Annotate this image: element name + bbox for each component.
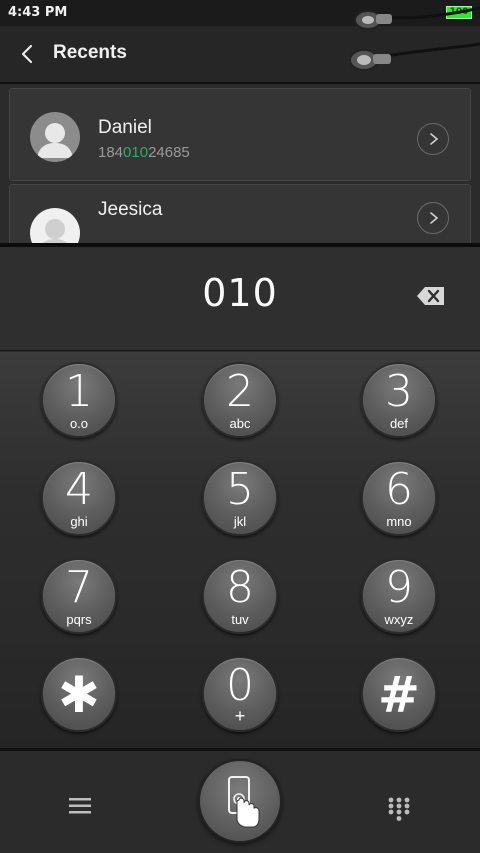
avatar: [30, 208, 80, 243]
key-letters: pqrs: [66, 612, 92, 627]
contact-number: 18401024685: [98, 144, 190, 161]
contact-card-daniel[interactable]: Daniel 18401024685: [9, 88, 471, 181]
key-star[interactable]: ✱: [41, 656, 117, 732]
key-letters: jkl: [233, 514, 247, 529]
recents-list: Daniel 18401024685 Jeesica: [0, 84, 480, 243]
key-6[interactable]: 6 mno: [361, 460, 437, 536]
key-digit: 5: [226, 464, 254, 515]
key-digit: 4: [65, 464, 93, 515]
key-0[interactable]: 0 +: [202, 656, 278, 732]
backspace-icon[interactable]: [416, 285, 446, 307]
back-arrow-icon[interactable]: [14, 40, 42, 68]
phone-touch-icon: [228, 776, 260, 828]
key-2[interactable]: 2 abc: [202, 362, 278, 438]
key-9[interactable]: 9 wxyz: [361, 558, 437, 634]
keypad: 1 o.o 2 abc 3 def 4 ghi 5 jkl 6 mno 7 pq…: [0, 352, 480, 748]
key-1[interactable]: 1 o.o: [41, 362, 117, 438]
key-digit: 6: [385, 464, 413, 515]
bottom-bar: [0, 748, 480, 853]
key-letters: mno: [386, 514, 412, 529]
voicemail-icon: o.o: [69, 416, 89, 431]
key-letters: +: [234, 706, 246, 726]
key-digit: 9: [385, 562, 413, 613]
key-5[interactable]: 5 jkl: [202, 460, 278, 536]
call-button[interactable]: [198, 759, 282, 843]
key-digit: 3: [385, 366, 413, 417]
key-letters: ghi: [70, 514, 88, 529]
key-digit: ✱: [58, 666, 100, 724]
contact-name: Daniel: [98, 117, 152, 138]
key-hash[interactable]: #: [361, 656, 437, 732]
earphones-icon: [349, 6, 480, 71]
key-digit: #: [378, 666, 420, 724]
page-title: Recents: [53, 42, 127, 63]
key-digit: 8: [226, 562, 254, 613]
number-match-highlight: 010: [123, 144, 149, 161]
contact-details-button[interactable]: [417, 202, 449, 234]
key-letters: wxyz: [384, 612, 414, 627]
avatar: [30, 112, 80, 162]
key-digit: 7: [65, 562, 93, 613]
key-digit: 0: [226, 660, 254, 711]
chevron-right-icon: [430, 212, 439, 224]
key-8[interactable]: 8 tuv: [202, 558, 278, 634]
dialpad-icon[interactable]: [387, 796, 411, 822]
contact-details-button[interactable]: [417, 123, 449, 155]
contact-name: Jeesica: [98, 199, 163, 220]
key-digit: 1: [65, 366, 93, 417]
key-digit: 2: [226, 366, 254, 417]
number-display: 010: [0, 243, 480, 351]
key-3[interactable]: 3 def: [361, 362, 437, 438]
contact-card-jeesica[interactable]: Jeesica: [9, 184, 471, 243]
key-letters: def: [389, 416, 409, 431]
key-7[interactable]: 7 pqrs: [41, 558, 117, 634]
dialed-number: 010: [202, 271, 278, 315]
status-time: 4:43 PM: [8, 5, 68, 20]
key-4[interactable]: 4 ghi: [41, 460, 117, 536]
chevron-right-icon: [430, 133, 439, 145]
key-letters: tuv: [231, 612, 249, 627]
key-letters: abc: [229, 416, 251, 431]
menu-icon[interactable]: [68, 796, 92, 816]
